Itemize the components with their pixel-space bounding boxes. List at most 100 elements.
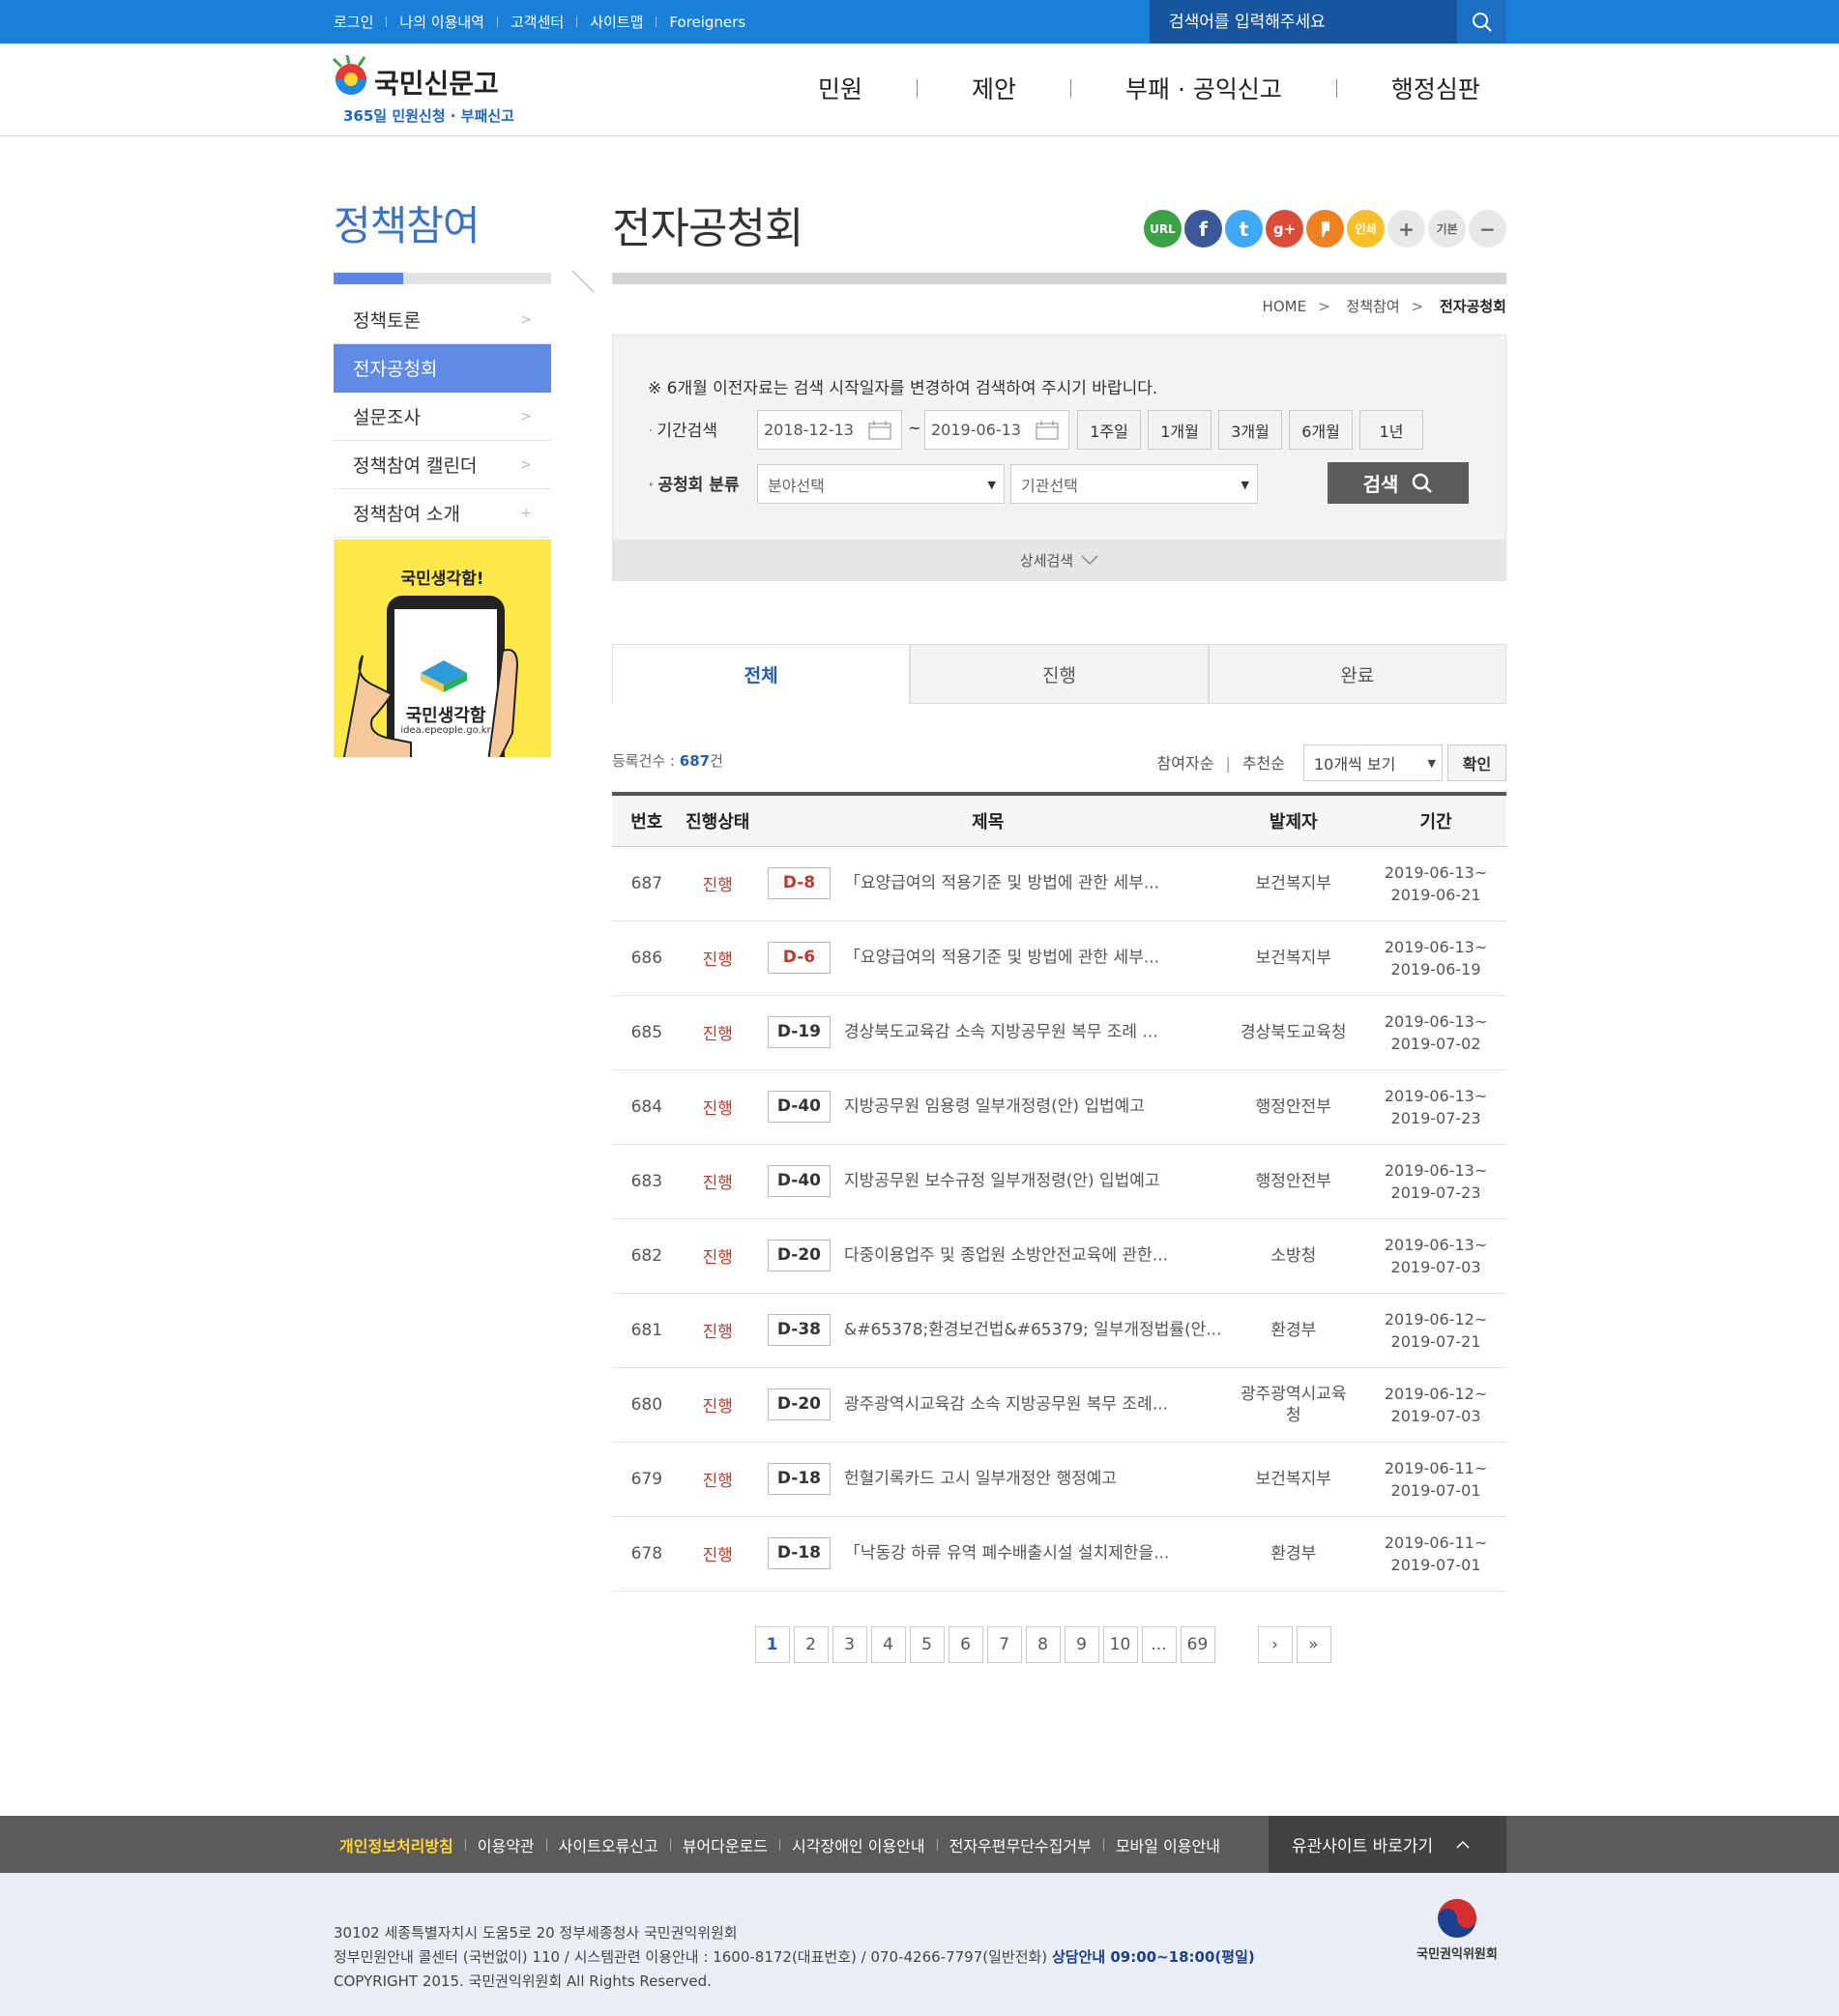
preset-1month-button[interactable]: 1개월 [1148,410,1211,450]
page-link[interactable]: 1 [754,1625,790,1663]
lnb-bar [334,273,551,284]
page-link[interactable]: 4 [870,1625,906,1663]
footer-link[interactable]: 개인정보처리방침 [339,1833,453,1856]
sort-recommend[interactable]: 추천순 [1242,754,1285,773]
footer-link[interactable]: 이용약관 [478,1833,535,1856]
footer-link[interactable]: 모바일 이용안내 [1116,1833,1220,1856]
page-link[interactable]: 3 [832,1625,867,1663]
footer-link[interactable]: 사이트오류신고 [559,1833,658,1856]
footer-link[interactable]: 시각장애인 이용안내 [792,1833,925,1856]
table-row[interactable]: 687 진행 D-8 「요양급여의 적용기준 및 방법에 관한 세부... 보건복지부 2… [612,846,1506,921]
last-page-icon[interactable]: » [1296,1625,1331,1663]
preset-1week-button[interactable]: 1주일 [1077,410,1141,450]
date-to-field[interactable]: 2019-06-13 [924,410,1069,450]
sort-participants[interactable]: 참여자순 [1157,754,1214,773]
url-copy-icon[interactable]: URL [1144,210,1182,248]
login-link[interactable]: 로그인 [334,12,373,32]
kakaostory-icon[interactable] [1306,210,1344,248]
field-select[interactable]: 분야선택 ▼ [757,464,1005,504]
page-link[interactable]: 10 [1102,1625,1138,1663]
per-page-select[interactable]: 10개씩 보기 ▼ [1303,745,1443,781]
footer-link[interactable]: 뷰어다운로드 [683,1833,768,1856]
row-number: 687 [612,846,682,921]
foreigners-link[interactable]: Foreigners [669,14,745,31]
table-row[interactable]: 678 진행 D-18 「낙동강 하류 유역 폐수배출시설 설치제한을... 환경부 20… [612,1516,1506,1592]
preset-6month-button[interactable]: 6개월 [1289,410,1353,450]
nav-corruption-report[interactable]: 부패 · 공익신고 [1071,71,1336,105]
row-title-cell: D-8 「요양급여의 적용기준 및 방법에 관한 세부... [753,846,1222,921]
confirm-button[interactable]: 확인 [1447,745,1506,781]
print-icon[interactable]: 인쇄 [1347,210,1385,248]
page-link[interactable]: 6 [948,1625,983,1663]
page-link[interactable]: 9 [1064,1625,1099,1663]
calendar-icon[interactable] [868,421,891,440]
tab-completed[interactable]: 완료 [1208,644,1506,704]
tab-in-progress[interactable]: 진행 [910,644,1209,704]
lnb-item-calendar[interactable]: 정책참여 캘린더 > [334,441,551,489]
row-title-link[interactable]: 지방공무원 임용령 일부개정령(안) 입법예고 [844,1097,1145,1117]
preset-1year-button[interactable]: 1년 [1359,410,1423,450]
sitemap-link[interactable]: 사이트맵 [590,12,643,32]
tab-all[interactable]: 전체 [612,644,911,704]
page-link[interactable]: 7 [986,1625,1022,1663]
zoom-out-icon[interactable]: − [1469,210,1506,248]
table-row[interactable]: 682 진행 D-20 다중이용업주 및 종업원 소방안전교육에 관한... 소방청 20… [612,1218,1506,1294]
table-row[interactable]: 680 진행 D-20 광주광역시교육감 소속 지방공무원 복무 조례... 광주광역시… [612,1367,1506,1443]
breadcrumb-item[interactable]: 정책참여 [1346,298,1399,315]
detail-search-toggle[interactable]: 상세검색 [613,540,1505,580]
lnb-item-e-hearing[interactable]: 전자공청회 [334,344,551,393]
site-logo[interactable]: 국민신문고 365일 민원신청 · 부패신고 [332,54,515,128]
zoom-in-icon[interactable]: + [1387,210,1425,248]
row-title-link[interactable]: 경상북도교육감 소속 지방공무원 복무 조례 ... [844,1023,1158,1042]
lnb-item-survey[interactable]: 설문조사 > [334,393,551,441]
table-row[interactable]: 685 진행 D-19 경상북도교육감 소속 지방공무원 복무 조례 ... 경상북도교… [612,995,1506,1070]
idea-banner[interactable]: 국민생각함! 국민생각함 idea.epeople.go.kr [334,540,551,757]
footer-info: 30102 세종특별자치시 도움5로 20 정부세종청사 국민권익위원회 정부민… [0,1873,1839,2016]
lnb-item-intro[interactable]: 정책참여 소개 + [334,489,551,538]
row-period: 2019-06-13~ 2019-07-23 [1365,1144,1506,1219]
row-title-link[interactable]: &#65378;환경보건법&#65379; 일부개정법률(안... [844,1321,1222,1340]
page-link[interactable]: 5 [909,1625,945,1663]
breadcrumb-home[interactable]: HOME [1263,298,1307,315]
date-from-field[interactable]: 2018-12-13 [757,410,902,450]
table-row[interactable]: 683 진행 D-40 지방공무원 보수규정 일부개정령(안) 입법예고 행정안전부 20… [612,1144,1506,1219]
row-title-link[interactable]: 「낙동강 하류 유역 폐수배출시설 설치제한을... [844,1544,1169,1563]
page-link[interactable]: ... [1141,1625,1177,1663]
twitter-icon[interactable]: t [1225,210,1263,248]
table-row[interactable]: 684 진행 D-40 지방공무원 임용령 일부개정령(안) 입법예고 행정안전부 201… [612,1069,1506,1145]
table-row[interactable]: 679 진행 D-18 헌혈기록카드 고시 일부개정안 행정예고 보건복지부 2019-0… [612,1442,1506,1517]
customer-center-link[interactable]: 고객센터 [511,12,564,32]
table-row[interactable]: 686 진행 D-6 「요양급여의 적용기준 및 방법에 관한 세부... 보건복지부 2… [612,920,1506,996]
table-row[interactable]: 681 진행 D-38 &#65378;환경보건법&#65379; 일부개정법률(안.… [612,1293,1506,1368]
zoom-reset-icon[interactable]: 기본 [1428,210,1466,248]
list-options: 등록건수 : 687건 참여자순 | 추천순 10개씩 보기 ▼ 확인 [612,745,1506,788]
search-button[interactable] [1457,0,1506,44]
lnb-item-policy-debate[interactable]: 정책토론 > [334,296,551,344]
nav-complaint[interactable]: 민원 [764,71,917,105]
my-usage-link[interactable]: 나의 이용내역 [399,12,484,32]
nav-proposal[interactable]: 제안 [918,71,1070,105]
preset-3month-button[interactable]: 3개월 [1218,410,1282,450]
row-title-link[interactable]: 헌혈기록카드 고시 일부개정안 행정예고 [844,1470,1117,1489]
search-icon [1413,473,1433,493]
next-page-icon[interactable]: › [1257,1625,1293,1663]
caret-down-icon: ▼ [1241,479,1249,491]
submit-search-button[interactable]: 검색 [1328,462,1469,504]
family-sites-button[interactable]: 유관사이트 바로가기 [1269,1816,1506,1873]
footer-link[interactable]: 전자우편무단수집거부 [949,1833,1092,1856]
row-title-link[interactable]: 「요양급여의 적용기준 및 방법에 관한 세부... [844,874,1159,893]
row-title-link[interactable]: 「요양급여의 적용기준 및 방법에 관한 세부... [844,949,1159,968]
pagination: 1 2 3 4 5 6 7 8 9 10... 69 ›» [579,1625,1506,1663]
row-title-link[interactable]: 지방공무원 보수규정 일부개정령(안) 입법예고 [844,1172,1160,1191]
facebook-icon[interactable]: f [1184,210,1222,248]
googleplus-icon[interactable]: g+ [1266,210,1303,248]
page-link[interactable]: 2 [793,1625,829,1663]
org-select[interactable]: 기관선택 ▼ [1010,464,1258,504]
page-link[interactable]: 8 [1025,1625,1061,1663]
search-input[interactable] [1150,0,1457,44]
row-title-link[interactable]: 다중이용업주 및 종업원 소방안전교육에 관한... [844,1246,1168,1266]
nav-administrative-appeal[interactable]: 행정심판 [1337,71,1534,105]
page-link[interactable]: 69 [1180,1625,1215,1663]
row-title-link[interactable]: 광주광역시교육감 소속 지방공무원 복무 조례... [844,1395,1168,1415]
calendar-icon[interactable] [1036,421,1059,440]
